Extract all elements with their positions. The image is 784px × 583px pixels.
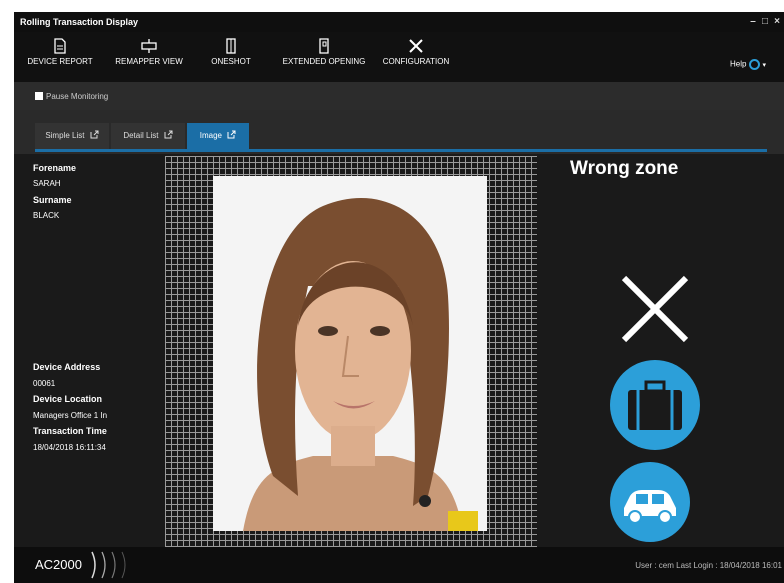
remap-icon — [141, 39, 157, 53]
device-location-label: Device Location — [33, 394, 103, 404]
remapper-view-label: REMAPPER VIEW — [115, 57, 183, 66]
toolbar: DEVICE REPORT REMAPPER VIEW ONESHOT EXTE… — [14, 32, 784, 82]
result-message: Wrong zone — [570, 158, 679, 179]
tab-underline — [35, 149, 767, 152]
window-title: Rolling Transaction Display — [20, 17, 139, 27]
surname-label: Surname — [33, 195, 72, 205]
external-link-icon — [90, 130, 99, 139]
monitoring-bar: Pause Monitoring — [14, 82, 784, 110]
pause-monitoring-label: Pause Monitoring — [46, 92, 109, 101]
wave-logo-icon — [91, 551, 126, 579]
extended-opening-icon — [319, 38, 329, 54]
vehicle-status-circle — [610, 462, 690, 542]
pause-monitoring-checkbox[interactable]: Pause Monitoring — [35, 92, 108, 101]
checkbox-box[interactable] — [35, 92, 43, 100]
configuration-icon — [409, 39, 423, 53]
minimize-button[interactable]: – — [748, 17, 758, 27]
car-icon — [624, 490, 676, 524]
luggage-status-circle — [610, 360, 700, 450]
surname-value: BLACK — [33, 211, 60, 220]
maximize-button[interactable]: □ — [760, 17, 770, 27]
title-bar: Rolling Transaction Display – □ × — [14, 12, 784, 32]
tab-bar: Simple List Detail List Image — [14, 110, 784, 154]
device-location-value: Managers Office 1 In — [33, 411, 108, 420]
close-button[interactable]: × — [772, 17, 782, 27]
cardholder-photo — [213, 176, 487, 531]
transaction-time-label: Transaction Time — [33, 426, 107, 436]
external-link-icon — [164, 130, 173, 139]
help-icon — [749, 59, 761, 70]
tab-image[interactable]: Image — [187, 123, 249, 149]
help-menu[interactable]: Help ▾ — [730, 59, 766, 70]
forename-value: SARAH — [33, 179, 61, 188]
forename-label: Forename — [33, 163, 77, 173]
external-link-icon — [227, 130, 236, 139]
brand-logo: AC2000 — [35, 557, 82, 572]
user-login-status: User : cem Last Login : 18/04/2018 16:01 — [635, 561, 782, 570]
configuration-button[interactable]: CONFIGURATION — [380, 38, 452, 66]
app-window: Rolling Transaction Display – □ × DEVICE… — [14, 12, 784, 583]
tab-label: Detail List — [123, 131, 159, 140]
cross-icon — [621, 275, 689, 343]
extended-opening-label: EXTENDED OPENING — [282, 57, 366, 66]
transaction-time-value: 18/04/2018 16:11:34 — [33, 443, 106, 452]
tab-label: Simple List — [45, 131, 85, 140]
remapper-view-button[interactable]: REMAPPER VIEW — [108, 38, 190, 66]
device-address-value: 00061 — [33, 379, 56, 388]
tab-label: Image — [199, 131, 222, 140]
luggage-icon — [628, 380, 682, 430]
oneshot-button[interactable]: ONESHOT — [204, 38, 258, 66]
device-address-label: Device Address — [33, 362, 101, 372]
tab-detail-list[interactable]: Detail List — [111, 123, 185, 149]
oneshot-icon — [226, 38, 236, 54]
extended-opening-button[interactable]: EXTENDED OPENING — [278, 38, 370, 66]
device-report-label: DEVICE REPORT — [27, 57, 93, 66]
transaction-panel: Forename SARAH Surname BLACK Device Addr… — [14, 154, 784, 550]
help-label: Help — [730, 59, 747, 69]
document-icon — [54, 38, 66, 54]
cardholder-portrait — [213, 176, 487, 531]
status-bar: AC2000 User : cem Last Login : 18/04/201… — [14, 547, 784, 583]
chevron-down-icon: ▾ — [762, 61, 766, 69]
configuration-label: CONFIGURATION — [382, 57, 450, 66]
device-report-button[interactable]: DEVICE REPORT — [20, 38, 100, 66]
tab-simple-list[interactable]: Simple List — [35, 123, 109, 149]
photo-grid-area — [165, 156, 537, 550]
oneshot-label: ONESHOT — [211, 57, 251, 66]
